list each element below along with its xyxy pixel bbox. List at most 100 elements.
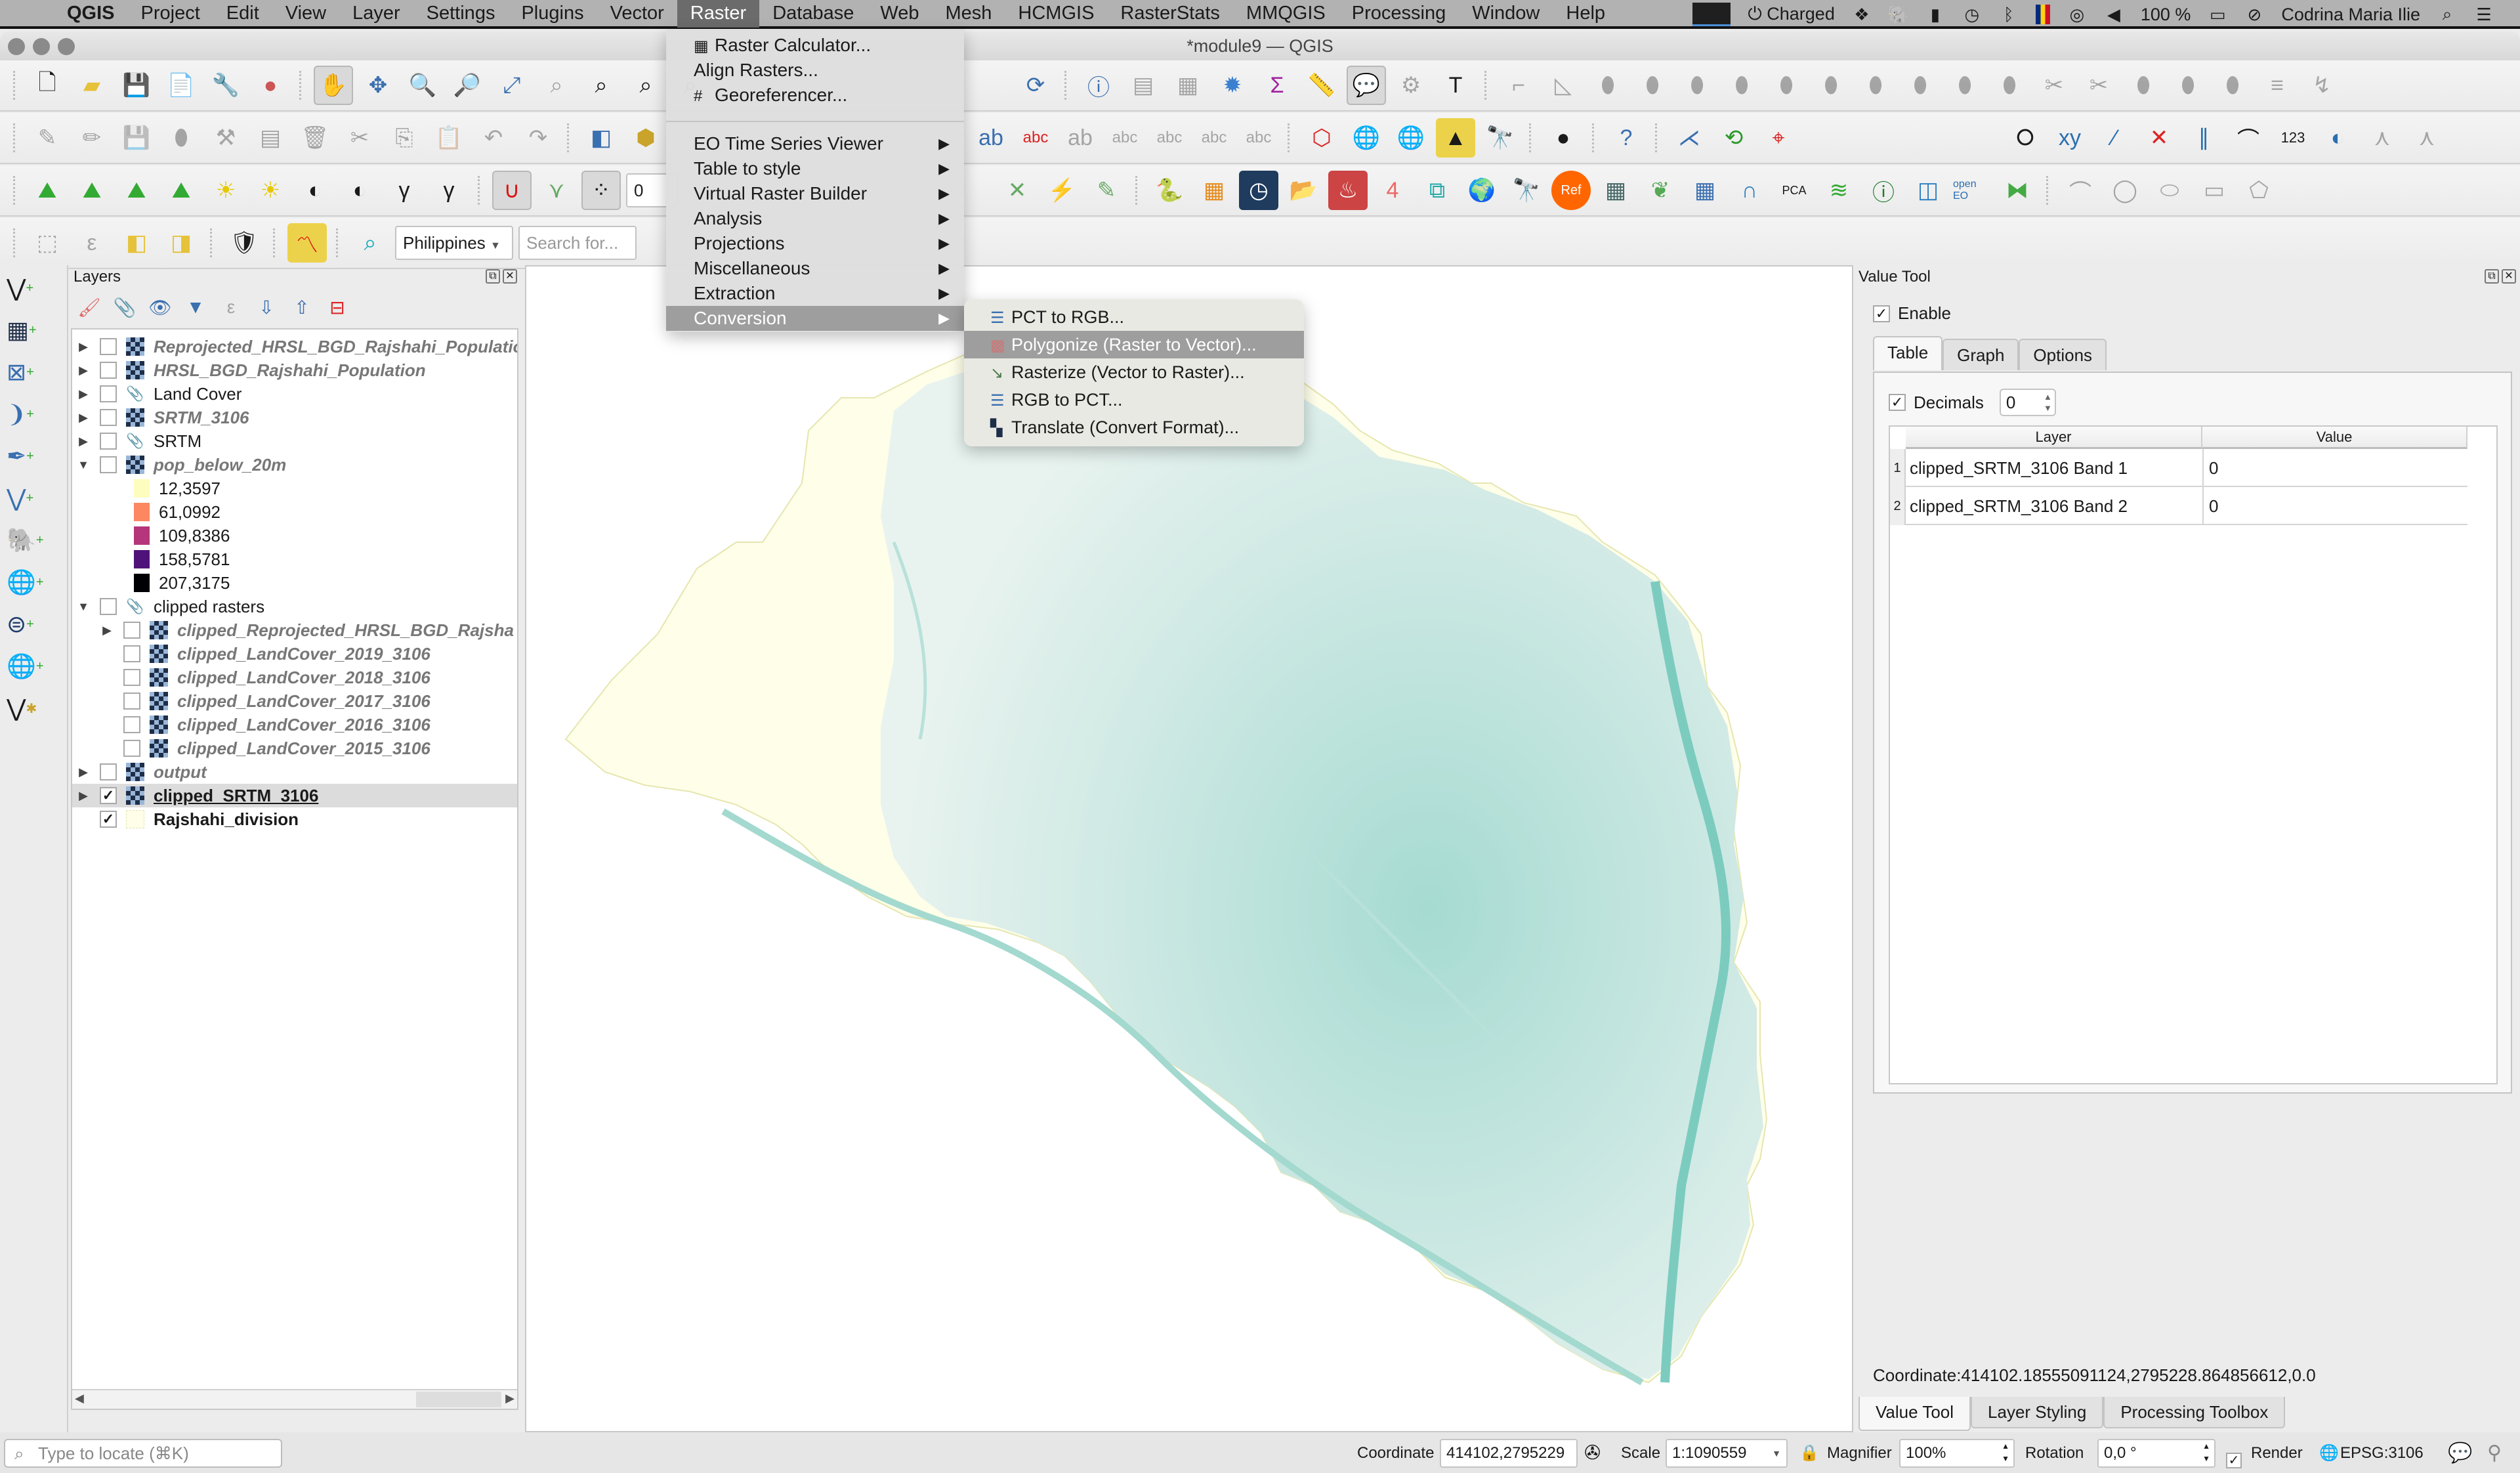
menu-vector[interactable]: Vector <box>597 0 677 28</box>
layer-tree-item[interactable]: ▶ 📎 Land Cover <box>72 382 517 406</box>
expand-arrow-icon[interactable]: ▶ <box>77 340 89 354</box>
plugin-green-icon[interactable]: ⧓ <box>1998 171 2037 210</box>
volume-icon[interactable]: ◀ <box>2104 5 2124 24</box>
messages-icon[interactable]: 💬 <box>2448 1439 2472 1468</box>
toolbar-grip[interactable] <box>273 228 278 257</box>
move-feature-icon[interactable]: ⬮ <box>1588 66 1628 105</box>
ref-plugin-icon[interactable]: Ref <box>1551 171 1591 210</box>
menu-item-conversion[interactable]: Conversion ▶ <box>666 306 964 331</box>
shield-plugin-icon[interactable]: 🛡 <box>224 223 264 263</box>
menu-raster[interactable]: Raster <box>677 0 760 28</box>
toolbar-grip[interactable] <box>13 71 18 100</box>
zoom-out-icon[interactable]: 🔎 <box>448 66 487 105</box>
pan-map-icon[interactable]: ✋ <box>314 66 353 105</box>
layer-visibility-checkbox[interactable] <box>100 433 117 450</box>
expand-arrow-icon[interactable]: ▶ <box>77 364 89 377</box>
minimize-window-button[interactable] <box>33 38 50 55</box>
plugin-update-icon[interactable]: ⚲ <box>2487 1439 2502 1468</box>
wifi-icon[interactable]: ◎ <box>2067 5 2087 24</box>
add-group-icon[interactable]: 📎 <box>112 294 138 320</box>
stddev-stretch-icon[interactable]: ⛰ <box>117 171 156 210</box>
plugin-dot-icon[interactable]: ● <box>1544 118 1583 158</box>
tab-options[interactable]: Options <box>2019 339 2107 370</box>
table-row[interactable]: 1 clipped_SRTM_3106 Band 1 0 <box>1890 449 2468 487</box>
save-edits-icon[interactable]: 💾 <box>117 118 156 158</box>
expand-arrow-icon[interactable]: ▶ <box>77 789 89 803</box>
filter-by-expression-icon[interactable]: ε <box>218 294 244 320</box>
local-histogram-stretch-icon[interactable]: ⛰ <box>72 171 112 210</box>
decrease-contrast-icon[interactable]: ◐ <box>340 171 379 210</box>
coordinate-field[interactable]: 414102,2795229 <box>1440 1439 1578 1468</box>
close-panel-icon[interactable]: ✕ <box>503 269 517 284</box>
battery-icon[interactable]: ▭ <box>2208 5 2227 24</box>
rotate-feature-icon[interactable]: ⬮ <box>1633 66 1672 105</box>
collapse-all-icon[interactable]: ⇧ <box>289 294 315 320</box>
plugin-red-icon[interactable]: ♨ <box>1328 171 1368 210</box>
polygon-vertices-icon[interactable]: ⬡ <box>1302 118 1341 158</box>
menu-processing[interactable]: Processing <box>1339 0 1459 28</box>
input-flag-icon[interactable] <box>2035 5 2050 24</box>
plugin-clock-icon[interactable]: ◷ <box>1239 171 1278 210</box>
menu-rasterstats[interactable]: RasterStats <box>1107 0 1233 28</box>
route-plugin-icon[interactable]: 〽 <box>287 223 327 263</box>
add-mesh-layer-icon[interactable]: ⊠ + <box>7 353 62 391</box>
menu-hcmgis[interactable]: HCMGIS <box>1005 0 1107 28</box>
menu-item-georeferencer[interactable]: # Georeferencer... <box>666 83 964 108</box>
pan-to-selection-icon[interactable]: ✥ <box>358 66 398 105</box>
layer-tree-item[interactable]: ✓ Rajshahi_division <box>72 807 517 831</box>
bluetooth-icon[interactable]: ᛒ <box>1999 5 2019 24</box>
spin-arrows-icon[interactable]: ▲ ▼ <box>2044 391 2052 414</box>
user-name[interactable]: Codrina Maria Ilie <box>2281 5 2420 25</box>
add-ring-icon[interactable]: ⬮ <box>1722 66 1761 105</box>
cad-perpendicular-icon[interactable]: ✕ <box>2139 118 2179 158</box>
local-stddev-stretch-icon[interactable]: ⛰ <box>161 171 201 210</box>
increase-gamma-icon[interactable]: γ <box>385 171 424 210</box>
column-header-layer[interactable]: Layer <box>1906 427 2202 449</box>
snapping-vertex-icon[interactable]: ⋎ <box>537 171 576 210</box>
scroll-right-icon[interactable]: ▶ <box>505 1392 514 1405</box>
layer-tree-item[interactable]: ▶ clipped_Reprojected_HRSL_BGD_Rajsha <box>72 618 517 642</box>
text-annotation-icon[interactable]: T <box>1436 66 1475 105</box>
shape-digitize-1-icon[interactable]: ⌒ <box>2061 171 2100 210</box>
table-star-icon[interactable]: ▦ <box>1685 171 1725 210</box>
menu-item-analysis[interactable]: Analysis ▶ <box>666 206 964 231</box>
add-vector-layer-icon[interactable]: ⋁ + <box>7 269 62 307</box>
menu-item-align-rasters[interactable]: Align Rasters... <box>666 58 964 83</box>
menu-settings[interactable]: Settings <box>413 0 509 28</box>
toolbar-grip[interactable] <box>1288 123 1293 152</box>
toolbar-grip[interactable] <box>567 123 572 152</box>
horizontal-scrollbar[interactable]: ◀ ▶ <box>72 1389 517 1409</box>
cad-parallel-icon[interactable]: ∥ <box>2184 118 2223 158</box>
field-calculator-sigma-icon[interactable]: Σ <box>1257 66 1297 105</box>
plugin-four-icon[interactable]: 4 <box>1373 171 1412 210</box>
settings-gear-icon[interactable]: ✹ <box>1213 66 1252 105</box>
identify-plugin-icon[interactable]: ⓘ <box>1864 171 1903 210</box>
openeo-plugin-icon[interactable]: open EO <box>1953 171 1992 210</box>
cad-arc-icon[interactable]: ⌒ <box>2229 118 2268 158</box>
copy-features-icon[interactable]: ⎘ <box>385 118 424 158</box>
dock-tab-processing-toolbox[interactable]: Processing Toolbox <box>2103 1397 2286 1428</box>
import-folder-icon[interactable]: 📂 <box>1284 171 1323 210</box>
add-part-icon[interactable]: ⬮ <box>1767 66 1806 105</box>
python-console-icon[interactable]: 🐍 <box>1150 171 1189 210</box>
vertex-tool-icon[interactable]: ⚒ <box>206 118 245 158</box>
redo-icon[interactable]: ↷ <box>518 118 558 158</box>
menu-item-table-to-style[interactable]: Table to style ▶ <box>666 156 964 181</box>
toolbar-grip[interactable] <box>1064 71 1070 100</box>
layer-visibility-checkbox[interactable]: ✓ <box>100 811 117 828</box>
merge-features-icon[interactable]: ⬮ <box>2124 66 2163 105</box>
label-highlight-icon[interactable]: abc <box>1016 118 1055 158</box>
remove-layer-icon[interactable]: ⊟ <box>324 294 350 320</box>
layer-tree-item[interactable]: ▶ HRSL_BGD_Rajshahi_Population <box>72 358 517 382</box>
modify-attributes-icon[interactable]: ▤ <box>251 118 290 158</box>
magnifier-spinbox[interactable]: 100% ▲ ▼ <box>1899 1439 2015 1468</box>
menu-window[interactable]: Window <box>1459 0 1553 28</box>
increase-brightness-icon[interactable]: ☀ <box>206 171 245 210</box>
tab-table[interactable]: Table <box>1873 336 1943 370</box>
toolbar-grip[interactable] <box>1592 123 1597 152</box>
crs-button[interactable]: EPSG:3106 <box>2340 1439 2424 1468</box>
cad-disabled-2-icon[interactable]: ⋏ <box>2407 118 2446 158</box>
select-by-expression-icon[interactable]: ε <box>72 223 112 263</box>
zoom-native-resolution-icon[interactable]: ⌕ <box>626 66 665 105</box>
close-panel-icon[interactable]: ✕ <box>2502 269 2516 284</box>
